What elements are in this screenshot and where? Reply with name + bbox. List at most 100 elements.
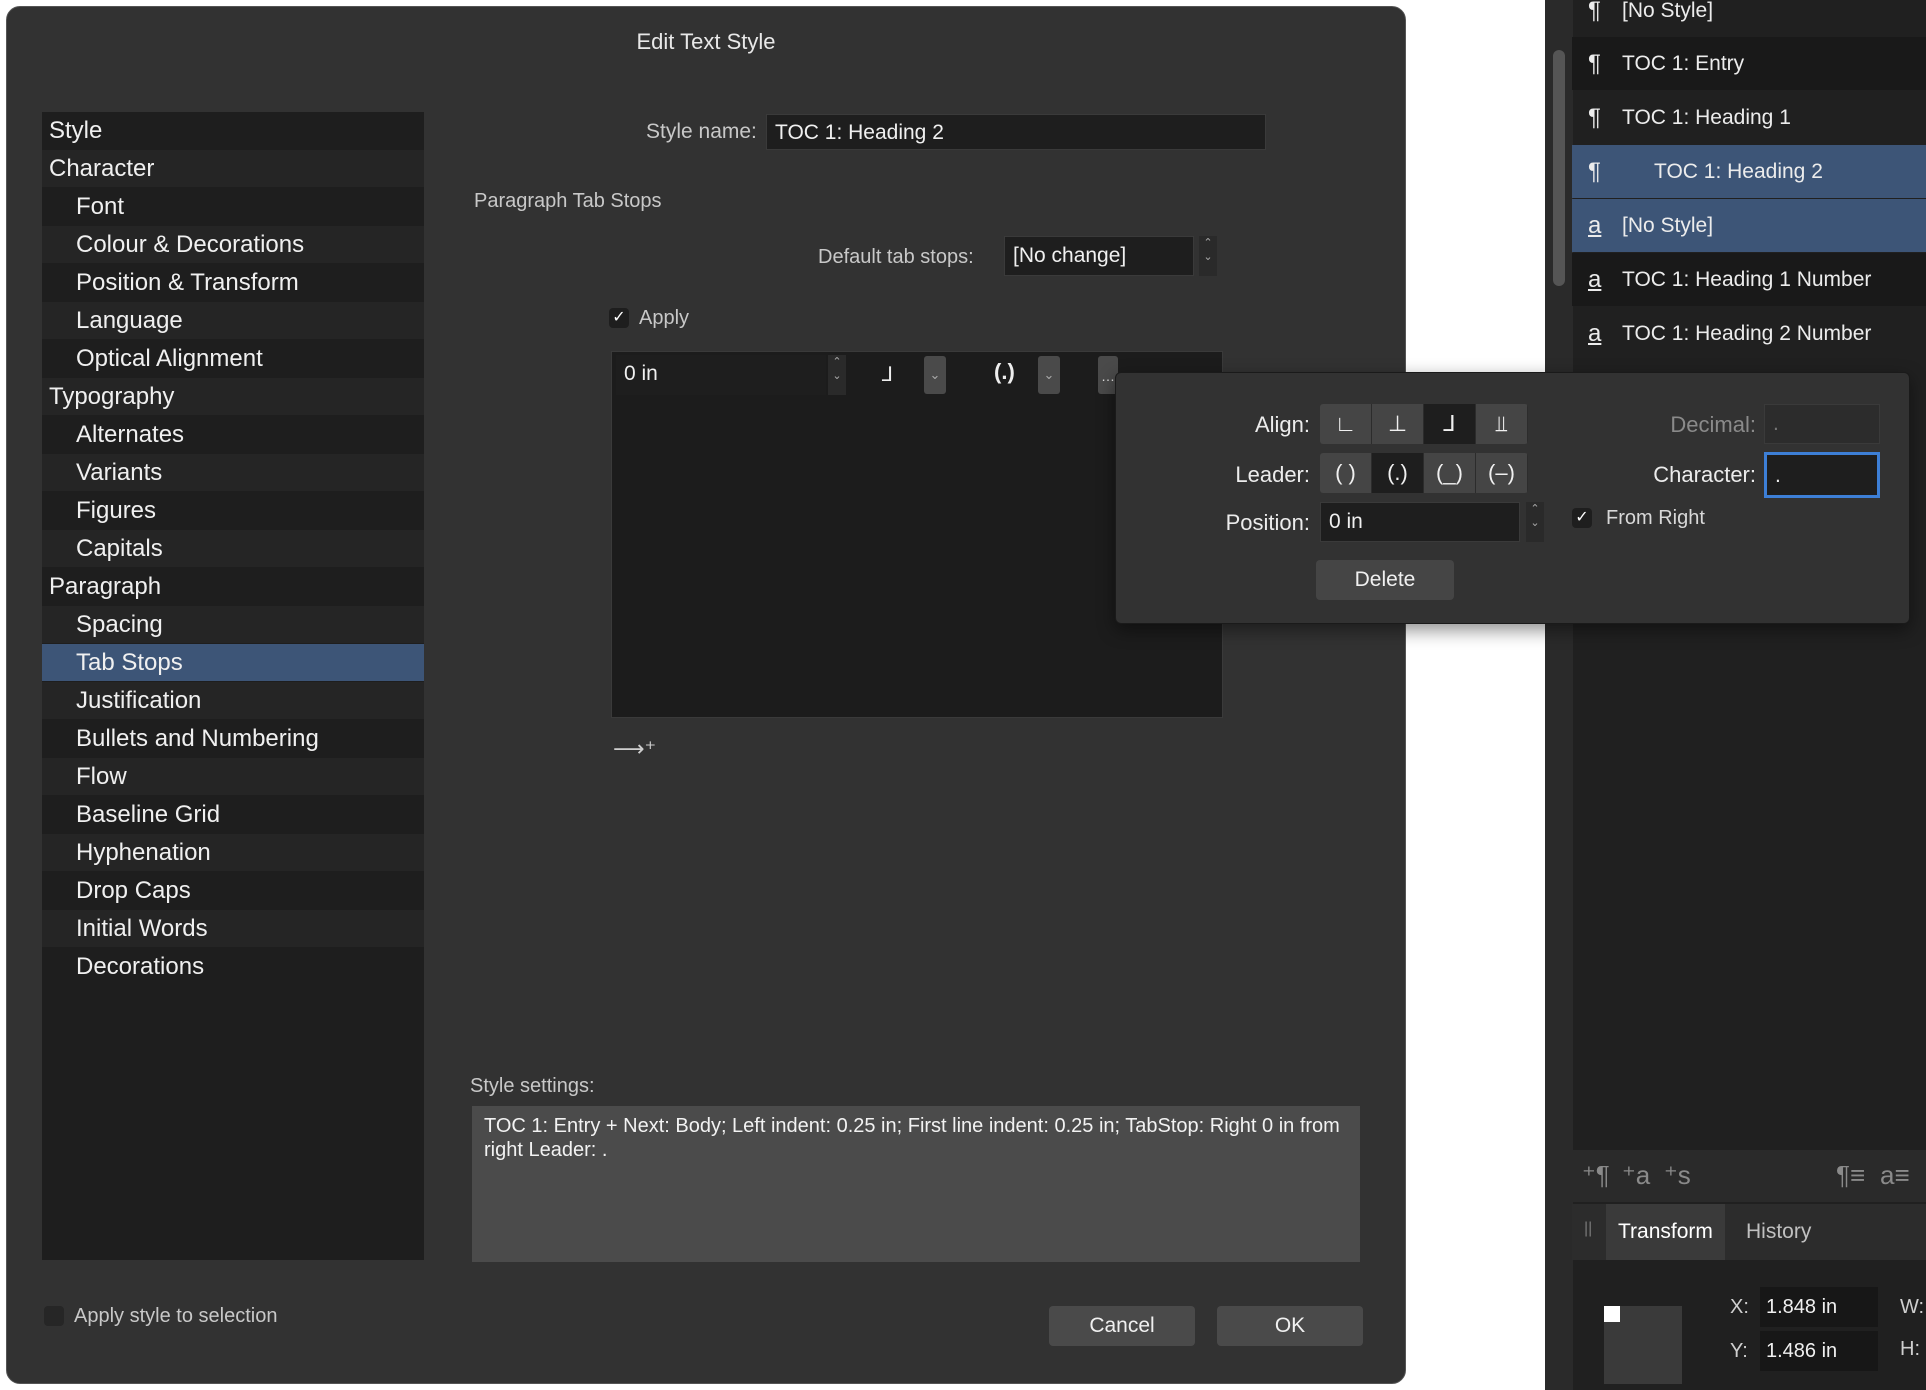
cancel-button[interactable]: Cancel xyxy=(1049,1306,1195,1346)
category-item[interactable]: Baseline Grid xyxy=(42,796,424,833)
category-item[interactable]: Alternates xyxy=(42,416,424,453)
default-tab-stops-input[interactable]: [No change] xyxy=(1004,236,1194,276)
category-item[interactable]: Colour & Decorations xyxy=(42,226,424,263)
default-tab-stops-stepper[interactable]: ⌃ ⌄ xyxy=(1199,236,1217,276)
y-input[interactable]: 1.486 in xyxy=(1760,1331,1878,1371)
from-right-label: From Right xyxy=(1606,507,1705,529)
paragraph-style-icon: ¶ xyxy=(1588,104,1601,131)
category-item[interactable]: Spacing xyxy=(42,606,424,643)
add-tab-stop-icon[interactable]: ⟶⁺ xyxy=(613,736,656,762)
style-list-label: TOC 1: Entry xyxy=(1622,52,1745,75)
style-list-item[interactable]: a TOC 1: Heading 2 Number xyxy=(1572,307,1926,360)
style-list-item[interactable]: ¶ TOC 1: Heading 1 xyxy=(1572,91,1926,144)
category-item[interactable]: Character xyxy=(42,150,424,187)
category-list: Style Character Font Colour & Decorations Po… xyxy=(42,112,424,1260)
style-list-label: TOC 1: Heading 1 Number xyxy=(1622,268,1872,291)
character-input[interactable]: . xyxy=(1764,452,1880,498)
category-item[interactable]: Font xyxy=(42,188,424,225)
style-list-label: [No Style] xyxy=(1622,0,1714,22)
tab-transform[interactable]: Transform xyxy=(1606,1204,1725,1260)
decimal-label: Decimal: xyxy=(1670,412,1756,437)
category-item[interactable]: Hyphenation xyxy=(42,834,424,871)
x-label: X: xyxy=(1730,1296,1749,1318)
apply-to-selection-checkbox[interactable] xyxy=(44,1306,64,1326)
style-list-label: [No Style] xyxy=(1622,214,1714,237)
tab-align-dropdown[interactable]: ⌄ xyxy=(924,356,946,394)
new-group-style-icon[interactable]: ⁺s xyxy=(1664,1160,1691,1191)
style-list-item[interactable]: ¶ TOC 1: Heading 2 xyxy=(1572,145,1926,198)
w-label: W: xyxy=(1900,1296,1925,1318)
delete-button[interactable]: Delete xyxy=(1316,560,1454,600)
paragraph-style-icon: ¶ xyxy=(1588,50,1601,77)
align-decimal-button[interactable]: ⫫ xyxy=(1476,404,1528,444)
leader-dot-button[interactable]: (.) xyxy=(1372,453,1424,493)
tab-leader-value: (.) xyxy=(994,359,1015,384)
from-right-checkbox[interactable]: ✓ xyxy=(1572,508,1592,528)
category-item[interactable]: Paragraph xyxy=(42,568,424,605)
style-list-item[interactable]: ¶ TOC 1: Entry xyxy=(1572,37,1926,90)
align-segmented: ∟ ⊥ ⅃ ⫫ xyxy=(1320,404,1528,444)
style-list-label: TOC 1: Heading 2 Number xyxy=(1622,322,1872,345)
style-list-label: TOC 1: Heading 1 xyxy=(1622,106,1791,129)
category-item[interactable]: Position & Transform xyxy=(42,264,424,301)
panel-tabs: || Transform History xyxy=(1572,1204,1926,1260)
apply-checkbox[interactable]: ✓ xyxy=(609,308,629,328)
category-item[interactable]: Initial Words xyxy=(42,910,424,947)
new-paragraph-style-icon[interactable]: ⁺¶ xyxy=(1582,1160,1610,1191)
styles-scroll-thumb[interactable] xyxy=(1553,50,1565,286)
leader-label: Leader: xyxy=(1235,462,1310,487)
tab-position-stepper[interactable]: ⌃ ⌄ xyxy=(828,355,846,395)
category-item[interactable]: Typography xyxy=(42,378,424,415)
dialog-title: Edit Text Style xyxy=(636,29,776,54)
style-settings-label: Style settings: xyxy=(470,1075,595,1097)
tab-align-right-icon: ⅃ xyxy=(882,364,894,386)
category-item[interactable]: Variants xyxy=(42,454,424,491)
category-item[interactable]: Justification xyxy=(42,682,424,719)
h-label: H: xyxy=(1900,1338,1920,1360)
category-item[interactable]: Figures xyxy=(42,492,424,529)
ok-button[interactable]: OK xyxy=(1217,1306,1363,1346)
position-input[interactable]: 0 in xyxy=(1320,502,1520,542)
decimal-input[interactable]: . xyxy=(1764,404,1880,444)
leader-underscore-button[interactable]: (_) xyxy=(1424,453,1476,493)
style-name-input[interactable]: TOC 1: Heading 2 xyxy=(766,114,1266,150)
panel-grip-icon[interactable]: || xyxy=(1584,1220,1592,1238)
align-left-button[interactable]: ∟ xyxy=(1320,404,1372,444)
tab-leader-dropdown[interactable]: ⌄ xyxy=(1038,356,1060,394)
leader-segmented: ( ) (.) (_) (–) xyxy=(1320,453,1528,493)
paragraph-style-icon: ¶ xyxy=(1588,158,1601,185)
category-item[interactable]: Decorations xyxy=(42,948,424,985)
apply-to-selection-label: Apply style to selection xyxy=(74,1305,278,1327)
category-item[interactable]: Capitals xyxy=(42,530,424,567)
new-character-style-icon[interactable]: ⁺a xyxy=(1622,1160,1650,1191)
leader-dash-button[interactable]: (–) xyxy=(1476,453,1528,493)
style-list-item[interactable]: ¶ [No Style] xyxy=(1572,0,1926,37)
tab-position-input[interactable]: 0 in xyxy=(616,355,826,395)
style-list-item[interactable]: a TOC 1: Heading 1 Number xyxy=(1572,253,1926,306)
position-label: Position: xyxy=(1225,510,1310,535)
tab-history[interactable]: History xyxy=(1734,1204,1823,1260)
apply-character-style-icon[interactable]: a≡ xyxy=(1880,1160,1910,1191)
character-style-icon: a xyxy=(1588,320,1602,347)
apply-paragraph-style-icon[interactable]: ¶≡ xyxy=(1836,1160,1865,1191)
category-item[interactable]: Tab Stops xyxy=(42,644,424,681)
leader-none-button[interactable]: ( ) xyxy=(1320,453,1372,493)
position-stepper[interactable]: ⌃ ⌄ xyxy=(1526,502,1544,542)
category-item[interactable]: Style xyxy=(42,112,424,149)
category-item[interactable]: Drop Caps xyxy=(42,872,424,909)
category-item[interactable]: Bullets and Numbering xyxy=(42,720,424,757)
align-right-button[interactable]: ⅃ xyxy=(1424,404,1476,444)
align-label: Align: xyxy=(1254,412,1310,437)
align-center-button[interactable]: ⊥ xyxy=(1372,404,1424,444)
default-tab-stops-label: Default tab stops: xyxy=(818,246,974,268)
x-input[interactable]: 1.848 in xyxy=(1760,1287,1878,1327)
anchor-top-left[interactable] xyxy=(1604,1306,1620,1322)
style-list-label: TOC 1: Heading 2 xyxy=(1654,160,1823,183)
character-style-icon: a xyxy=(1588,212,1602,239)
style-name-label: Style name: xyxy=(646,120,757,143)
category-item[interactable]: Flow xyxy=(42,758,424,795)
category-item[interactable]: Language xyxy=(42,302,424,339)
category-item[interactable]: Optical Alignment xyxy=(42,340,424,377)
styles-toolbar: ⁺¶ ⁺a ⁺s ¶≡ a≡ xyxy=(1572,1150,1926,1202)
style-list-item[interactable]: a [No Style] xyxy=(1572,199,1926,252)
